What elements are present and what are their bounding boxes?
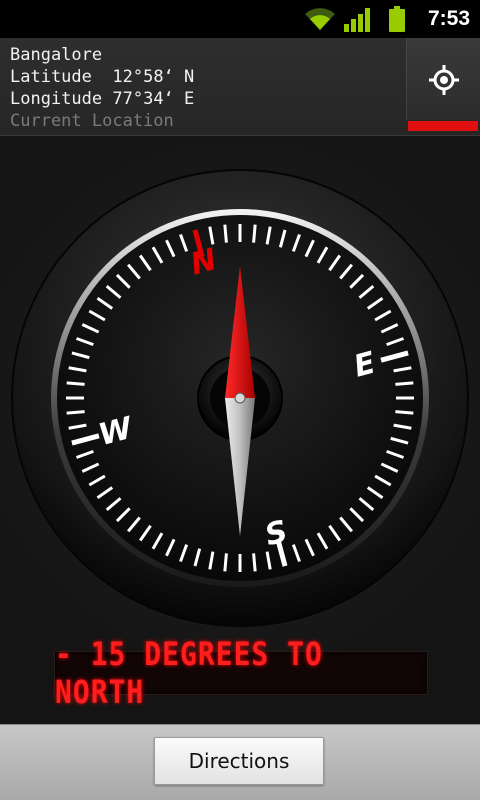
latitude-row: Latitude 12°58‘ N [10, 66, 194, 88]
heading-readout: - 15 DEGREES TO NORTH [54, 635, 428, 711]
clock: 7:53 [427, 7, 470, 30]
dial-tick [66, 381, 85, 386]
crosshair-icon [429, 65, 459, 95]
battery-icon [389, 6, 405, 32]
dial-tick [223, 224, 228, 243]
dial-tick [395, 381, 414, 386]
bottom-bar: Directions [0, 724, 480, 800]
location-details: Bangalore Latitude 12°58‘ N Longitude 77°3… [10, 44, 194, 132]
longitude-label: Longitude [10, 89, 103, 109]
latitude-value: 12°58‘ N [112, 67, 195, 87]
longitude-row: Longitude 77°34‘ E [10, 88, 194, 110]
dial-tick [66, 410, 85, 415]
dial-tick [252, 224, 257, 243]
locate-button[interactable] [406, 38, 480, 120]
wifi-icon [305, 8, 335, 31]
location-panel: Bangalore Latitude 12°58‘ N Longitude 77°3… [0, 38, 480, 136]
latitude-label: Latitude [10, 67, 92, 87]
longitude-value: 77°34‘ E [112, 89, 195, 109]
needle-pivot [234, 392, 246, 404]
dial-tick [395, 410, 414, 415]
city-name: Bangalore [10, 45, 103, 65]
dial-tick [252, 553, 257, 572]
dial-tick [223, 553, 228, 572]
location-indicator-bar [408, 121, 478, 131]
signal-icon [344, 8, 370, 32]
status-bar: 7:53 [0, 0, 480, 38]
directions-button[interactable]: Directions [154, 737, 324, 785]
heading-text: - 15 DEGREES TO NORTH [55, 635, 323, 711]
location-status: Current Location [10, 111, 174, 131]
